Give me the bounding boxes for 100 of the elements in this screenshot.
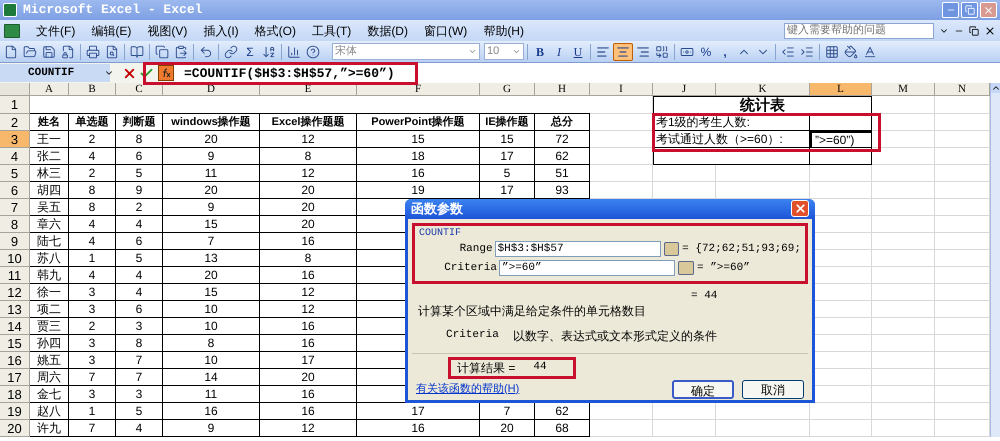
table-cell: 8 bbox=[69, 199, 116, 216]
table-cell: 16 bbox=[260, 318, 357, 335]
table-cell: 7 bbox=[116, 369, 163, 386]
row-header[interactable]: 12 bbox=[0, 284, 30, 301]
table-cell: 6 bbox=[116, 233, 163, 250]
menu-item[interactable]: 格式(O) bbox=[254, 22, 296, 40]
font-size-dropdown[interactable]: 10 bbox=[484, 43, 524, 60]
menu-item[interactable]: 文件(F) bbox=[36, 22, 76, 40]
column-header[interactable]: J bbox=[653, 83, 716, 96]
table-cell: 陆七 bbox=[30, 233, 69, 250]
table-cell: 20 bbox=[260, 369, 357, 386]
table-cell: 20 bbox=[260, 216, 357, 233]
row-header[interactable]: 3 bbox=[0, 131, 30, 148]
table-cell: 8 bbox=[116, 131, 163, 148]
row-header[interactable]: 15 bbox=[0, 335, 30, 352]
table-cell: 4 bbox=[116, 420, 163, 437]
font-dropdown[interactable]: 宋体 bbox=[332, 43, 480, 60]
table-cell: 许九 bbox=[30, 420, 69, 437]
menu-item[interactable]: 窗口(W) bbox=[424, 22, 468, 40]
argument-label: Criteria bbox=[443, 260, 498, 276]
menu-item[interactable]: 工具(T) bbox=[312, 22, 352, 40]
argument-field[interactable]: ”>=60” bbox=[499, 260, 675, 276]
dialog-button[interactable]: 取消 bbox=[742, 380, 804, 398]
table-cell: 2 bbox=[69, 131, 116, 148]
column-header[interactable]: C bbox=[116, 83, 163, 96]
column-header[interactable]: F bbox=[357, 83, 480, 96]
column-header[interactable]: K bbox=[716, 83, 810, 96]
row-header[interactable]: 1 bbox=[0, 96, 30, 114]
comma-button[interactable]: , bbox=[716, 42, 734, 60]
table-cell: 20 bbox=[260, 182, 357, 199]
menu-item[interactable]: 插入(I) bbox=[203, 22, 239, 40]
cell-editor[interactable]: ”>=60”) bbox=[810, 131, 872, 148]
table-cell: 72 bbox=[535, 131, 590, 148]
table-cell: 胡四 bbox=[30, 182, 69, 199]
argument-field[interactable]: $H$3:$H$57 bbox=[494, 241, 661, 257]
row-header[interactable]: 7 bbox=[0, 199, 30, 216]
column-header[interactable]: G bbox=[480, 83, 535, 96]
column-header[interactable]: A bbox=[30, 83, 69, 96]
table-cell: 3 bbox=[116, 386, 163, 403]
row-header[interactable]: 18 bbox=[0, 386, 30, 403]
table-cell: 7 bbox=[163, 233, 260, 250]
argument-value: = {72;62;51;93;69; bbox=[682, 242, 801, 257]
column-header[interactable]: L bbox=[810, 83, 872, 96]
dialog-button[interactable]: 确定 bbox=[672, 380, 734, 398]
menu-item[interactable]: 数据(D) bbox=[367, 22, 408, 40]
table-cell: 12 bbox=[260, 420, 357, 437]
row-header[interactable]: 14 bbox=[0, 318, 30, 335]
name-box[interactable]: COUNTIF bbox=[0, 64, 110, 82]
row-header[interactable]: 13 bbox=[0, 301, 30, 318]
row-header[interactable]: 9 bbox=[0, 233, 30, 250]
table-cell: 周六 bbox=[30, 369, 69, 386]
autosum-button[interactable]: Σ bbox=[241, 42, 259, 60]
row-header[interactable]: 8 bbox=[0, 216, 30, 233]
result-label: 计算结果 = bbox=[457, 360, 516, 376]
argument-label: Range bbox=[458, 242, 494, 257]
row-header[interactable]: 10 bbox=[0, 250, 30, 267]
help-search-field[interactable]: 键入需要帮助的问题 bbox=[784, 22, 934, 38]
row-header[interactable]: 4 bbox=[0, 148, 30, 165]
table-cell: 12 bbox=[260, 165, 357, 182]
column-header[interactable]: H bbox=[535, 83, 590, 96]
table-cell: 20 bbox=[480, 420, 535, 437]
table-cell: 17 bbox=[480, 148, 535, 165]
row-header[interactable]: 6 bbox=[0, 182, 30, 199]
table-cell: 姚五 bbox=[30, 352, 69, 369]
row-header[interactable]: 11 bbox=[0, 267, 30, 284]
table-cell: PowerPoint操作题 bbox=[357, 114, 480, 131]
italic-button[interactable]: I bbox=[550, 42, 568, 60]
row-header[interactable]: 2 bbox=[0, 114, 30, 131]
row-header[interactable]: 20 bbox=[0, 420, 30, 437]
table-cell: 51 bbox=[535, 165, 590, 182]
table-cell: Excel操作题题 bbox=[260, 114, 357, 131]
table-cell: 7 bbox=[116, 352, 163, 369]
column-header[interactable]: B bbox=[69, 83, 116, 96]
table-cell: 16 bbox=[357, 420, 480, 437]
table-cell: 62 bbox=[535, 148, 590, 165]
row-header[interactable]: 19 bbox=[0, 403, 30, 420]
table-cell: 8 bbox=[260, 250, 357, 267]
menu-item[interactable]: 帮助(H) bbox=[483, 22, 524, 40]
help-link[interactable]: 有关该函数的帮助(H) bbox=[416, 380, 520, 398]
table-cell: 姓名 bbox=[30, 114, 69, 131]
table-cell: 3 bbox=[69, 335, 116, 352]
menu-item[interactable]: 编辑(E) bbox=[91, 22, 132, 40]
table-cell: 判断题 bbox=[116, 114, 163, 131]
column-header[interactable]: M bbox=[872, 83, 935, 96]
table-cell: 苏八 bbox=[30, 250, 69, 267]
column-header[interactable]: N bbox=[935, 83, 990, 96]
table-cell: 3 bbox=[116, 318, 163, 335]
row-header[interactable]: 17 bbox=[0, 369, 30, 386]
table-cell: 4 bbox=[69, 216, 116, 233]
table-cell: 11 bbox=[163, 165, 260, 182]
formula-text: =COUNTIF($H$3:$H$57,”>=60”) bbox=[184, 66, 395, 80]
menu-item[interactable]: 视图(V) bbox=[147, 22, 188, 40]
row-header[interactable]: 5 bbox=[0, 165, 30, 182]
table-cell: 林三 bbox=[30, 165, 69, 182]
column-header[interactable]: I bbox=[590, 83, 653, 96]
table-cell: 张二 bbox=[30, 148, 69, 165]
underline-button[interactable]: U bbox=[569, 42, 587, 60]
bold-button[interactable]: B bbox=[531, 42, 549, 60]
row-header[interactable]: 16 bbox=[0, 352, 30, 369]
percent-button[interactable]: % bbox=[697, 42, 715, 60]
